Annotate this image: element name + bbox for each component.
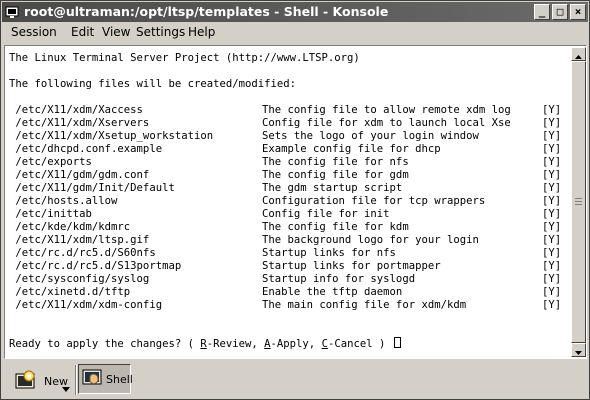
thumb-grip xyxy=(575,198,582,199)
file-flag: [Y] xyxy=(542,286,562,298)
menu-bar: Session Edit View Settings Help xyxy=(2,23,588,43)
menu-settings[interactable]: Settings xyxy=(136,25,185,39)
terminal-prompt-line: Ready to apply the changes? ( R-Review, … xyxy=(9,337,401,351)
file-description: Configuration file for tcp wrappers xyxy=(262,195,486,207)
window-title: root@ultraman:/opt/ltsp/templates - Shel… xyxy=(24,4,389,19)
file-description: The gdm startup script xyxy=(262,182,403,194)
file-flag: [Y] xyxy=(542,182,562,194)
review-text: -Review, xyxy=(206,338,265,350)
file-description: The config file for gdm xyxy=(262,169,409,181)
file-description: Startup links for nfs xyxy=(262,247,396,259)
menu-view[interactable]: View xyxy=(102,25,130,39)
terminal-frame: The Linux Terminal Server Project (http:… xyxy=(4,45,587,359)
file-flag: [Y] xyxy=(542,247,562,259)
file-path: /etc/xinetd.d/tftp xyxy=(9,286,131,298)
file-path: /etc/hosts.allow xyxy=(9,195,118,207)
file-description: The config file to allow remote xdm log xyxy=(262,104,511,116)
file-flag: [Y] xyxy=(542,208,562,220)
file-path: /etc/kde/kdm/kdmrc xyxy=(9,221,131,233)
title-bar[interactable]: root@ultraman:/opt/ltsp/templates - Shel… xyxy=(2,2,588,22)
file-path: /etc/exports xyxy=(9,156,92,168)
apply-text: -Apply, xyxy=(270,338,322,350)
file-description: The background logo for your login xyxy=(262,234,479,246)
file-description: Example config file for dhcp xyxy=(262,143,441,155)
file-path: /etc/inittab xyxy=(9,208,92,220)
file-flag: [Y] xyxy=(542,130,562,142)
session-tab-shell[interactable]: Shell xyxy=(78,364,133,394)
thumb-grip xyxy=(575,201,582,202)
file-description: Config file for xdm to launch local Xse xyxy=(262,117,511,129)
file-flag: [Y] xyxy=(542,104,562,116)
close-button[interactable]: × xyxy=(570,4,586,20)
file-path: /etc/sysconfig/syslog xyxy=(9,273,150,285)
arrow-down-icon xyxy=(575,351,582,355)
file-flag: [Y] xyxy=(542,117,562,129)
terminal-cursor xyxy=(393,337,401,348)
konsole-app-icon[interactable] xyxy=(5,5,19,19)
file-description: The config file for nfs xyxy=(262,156,409,168)
vertical-scrollbar[interactable] xyxy=(571,47,586,357)
scroll-up-button[interactable] xyxy=(571,47,586,61)
file-description: Startup info for syslogd xyxy=(262,273,416,285)
menu-help[interactable]: Help xyxy=(188,25,215,39)
file-description: The main config file for xdm/kdm xyxy=(262,299,467,311)
minimize-button[interactable]: _ xyxy=(534,4,550,20)
file-path: /etc/X11/gdm/gdm.conf xyxy=(9,169,150,181)
file-path: /etc/X11/xdm/Xsetup_workstation xyxy=(9,130,214,142)
shell-icon xyxy=(82,369,102,385)
menu-edit[interactable]: Edit xyxy=(71,25,94,39)
file-flag: [Y] xyxy=(542,156,562,168)
session-tab-label: Shell xyxy=(106,373,133,386)
new-session-button[interactable]: New xyxy=(10,367,72,395)
file-path: /etc/X11/xdm/Xaccess xyxy=(9,104,143,116)
cancel-text: -Cancel ) xyxy=(327,338,392,350)
maximize-icon: □ xyxy=(556,5,564,18)
maximize-button[interactable]: □ xyxy=(552,4,568,20)
dropdown-arrow-icon[interactable] xyxy=(62,387,70,392)
scroll-down-button[interactable] xyxy=(571,343,586,357)
file-path: /etc/X11/gdm/Init/Default xyxy=(9,182,175,194)
file-path: /etc/rc.d/rc5.d/S13portmap xyxy=(9,260,182,272)
file-description: Startup links for portmapper xyxy=(262,260,441,272)
file-description: Enable the tftp daemon xyxy=(262,286,403,298)
file-flag: [Y] xyxy=(542,195,562,207)
file-description: Sets the logo of your login window xyxy=(262,130,479,142)
prompt-question: Ready to apply the changes? ( xyxy=(9,338,201,350)
file-path: /etc/dhcpd.conf.example xyxy=(9,143,163,155)
close-icon: × xyxy=(574,5,582,18)
terminal-header-line: The Linux Terminal Server Project (http:… xyxy=(9,52,360,64)
file-description: Config file for init xyxy=(262,208,390,220)
file-path: /etc/rc.d/rc5.d/S60nfs xyxy=(9,247,156,259)
file-path: /etc/X11/xdm/ltsp.gif xyxy=(9,234,150,246)
file-description: The config file for kdm xyxy=(262,221,409,233)
scrollbar-thumb[interactable] xyxy=(571,61,586,343)
file-flag: [Y] xyxy=(542,234,562,246)
thumb-grip xyxy=(575,204,582,205)
file-flag: [Y] xyxy=(542,169,562,181)
file-flag: [Y] xyxy=(542,299,562,311)
session-tab-bar: New Shell xyxy=(2,361,588,399)
file-flag: [Y] xyxy=(542,143,562,155)
file-flag: [Y] xyxy=(542,260,562,272)
minimize-icon: _ xyxy=(538,5,546,18)
terminal-output[interactable]: The Linux Terminal Server Project (http:… xyxy=(6,47,570,357)
konsole-window: root@ultraman:/opt/ltsp/templates - Shel… xyxy=(0,0,590,400)
terminal-intro-line: The following files will be created/modi… xyxy=(9,78,297,90)
menu-session[interactable]: Session xyxy=(11,25,57,39)
tabbar-separator xyxy=(75,365,77,395)
file-flag: [Y] xyxy=(542,221,562,233)
file-flag: [Y] xyxy=(542,273,562,285)
new-session-icon xyxy=(15,370,35,389)
file-path: /etc/X11/xdm/Xservers xyxy=(9,117,150,129)
file-path: /etc/X11/xdm/xdm-config xyxy=(9,299,163,311)
